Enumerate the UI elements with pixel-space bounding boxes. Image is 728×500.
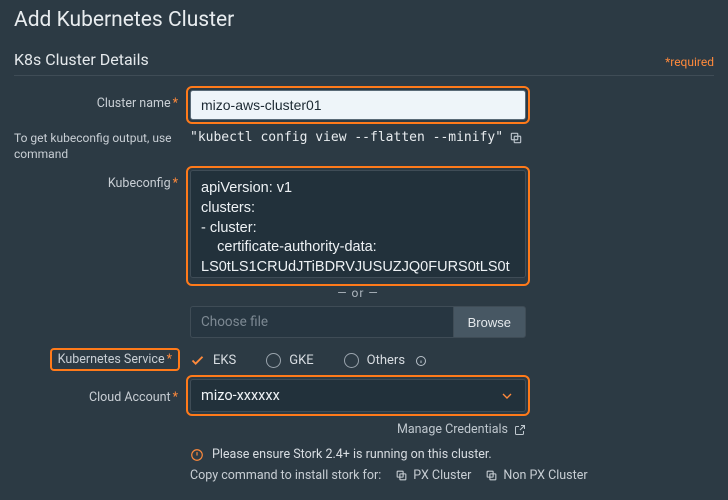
- copy-icon[interactable]: [509, 131, 523, 145]
- radio-icon: [266, 353, 281, 368]
- info-icon[interactable]: [415, 355, 427, 367]
- cluster-name-label: Cluster name*: [14, 90, 190, 111]
- file-chooser-display: Choose file: [190, 306, 453, 338]
- browse-button[interactable]: Browse: [453, 306, 526, 338]
- kubeconfig-command: "kubectl config view --flatten --minify": [190, 130, 503, 145]
- cloud-account-label: Cloud Account*: [14, 386, 190, 405]
- radio-eks[interactable]: EKS: [190, 353, 236, 368]
- radio-icon: [344, 353, 359, 368]
- radio-others[interactable]: Others: [344, 353, 427, 368]
- copy-px-cluster[interactable]: PX Cluster: [395, 468, 471, 483]
- page-title: Add Kubernetes Cluster: [14, 8, 714, 32]
- kubeconfig-textarea[interactable]: [190, 170, 526, 278]
- kubeconfig-help-text: To get kubeconfig output, use command: [14, 130, 190, 162]
- cloud-account-select[interactable]: mizo-xxxxxx: [190, 379, 526, 412]
- manage-credentials-link[interactable]: Manage Credentials: [397, 422, 526, 437]
- k8s-service-label-wrap: Kubernetes Service*: [14, 348, 190, 369]
- section-title: K8s Cluster Details: [14, 50, 149, 69]
- or-separator: — or —: [190, 286, 526, 300]
- check-icon: [190, 353, 205, 368]
- external-link-icon: [514, 424, 526, 436]
- section-header: K8s Cluster Details required: [14, 50, 714, 76]
- copy-install-label: Copy command to install stork for:: [190, 468, 381, 483]
- copy-non-px-cluster[interactable]: Non PX Cluster: [485, 468, 587, 483]
- cluster-name-input[interactable]: [190, 90, 526, 120]
- k8s-service-radio-group: EKS GKE Others: [190, 349, 526, 368]
- warning-icon: [190, 448, 204, 462]
- chevron-down-icon: [499, 388, 515, 404]
- radio-gke[interactable]: GKE: [266, 353, 313, 368]
- required-note: required: [665, 55, 714, 69]
- copy-icon: [395, 469, 408, 482]
- cloud-account-value: mizo-xxxxxx: [201, 387, 280, 404]
- copy-icon: [485, 469, 498, 482]
- kubeconfig-label: Kubeconfig*: [14, 170, 190, 191]
- warning-text: Please ensure Stork 2.4+ is running on t…: [212, 447, 492, 462]
